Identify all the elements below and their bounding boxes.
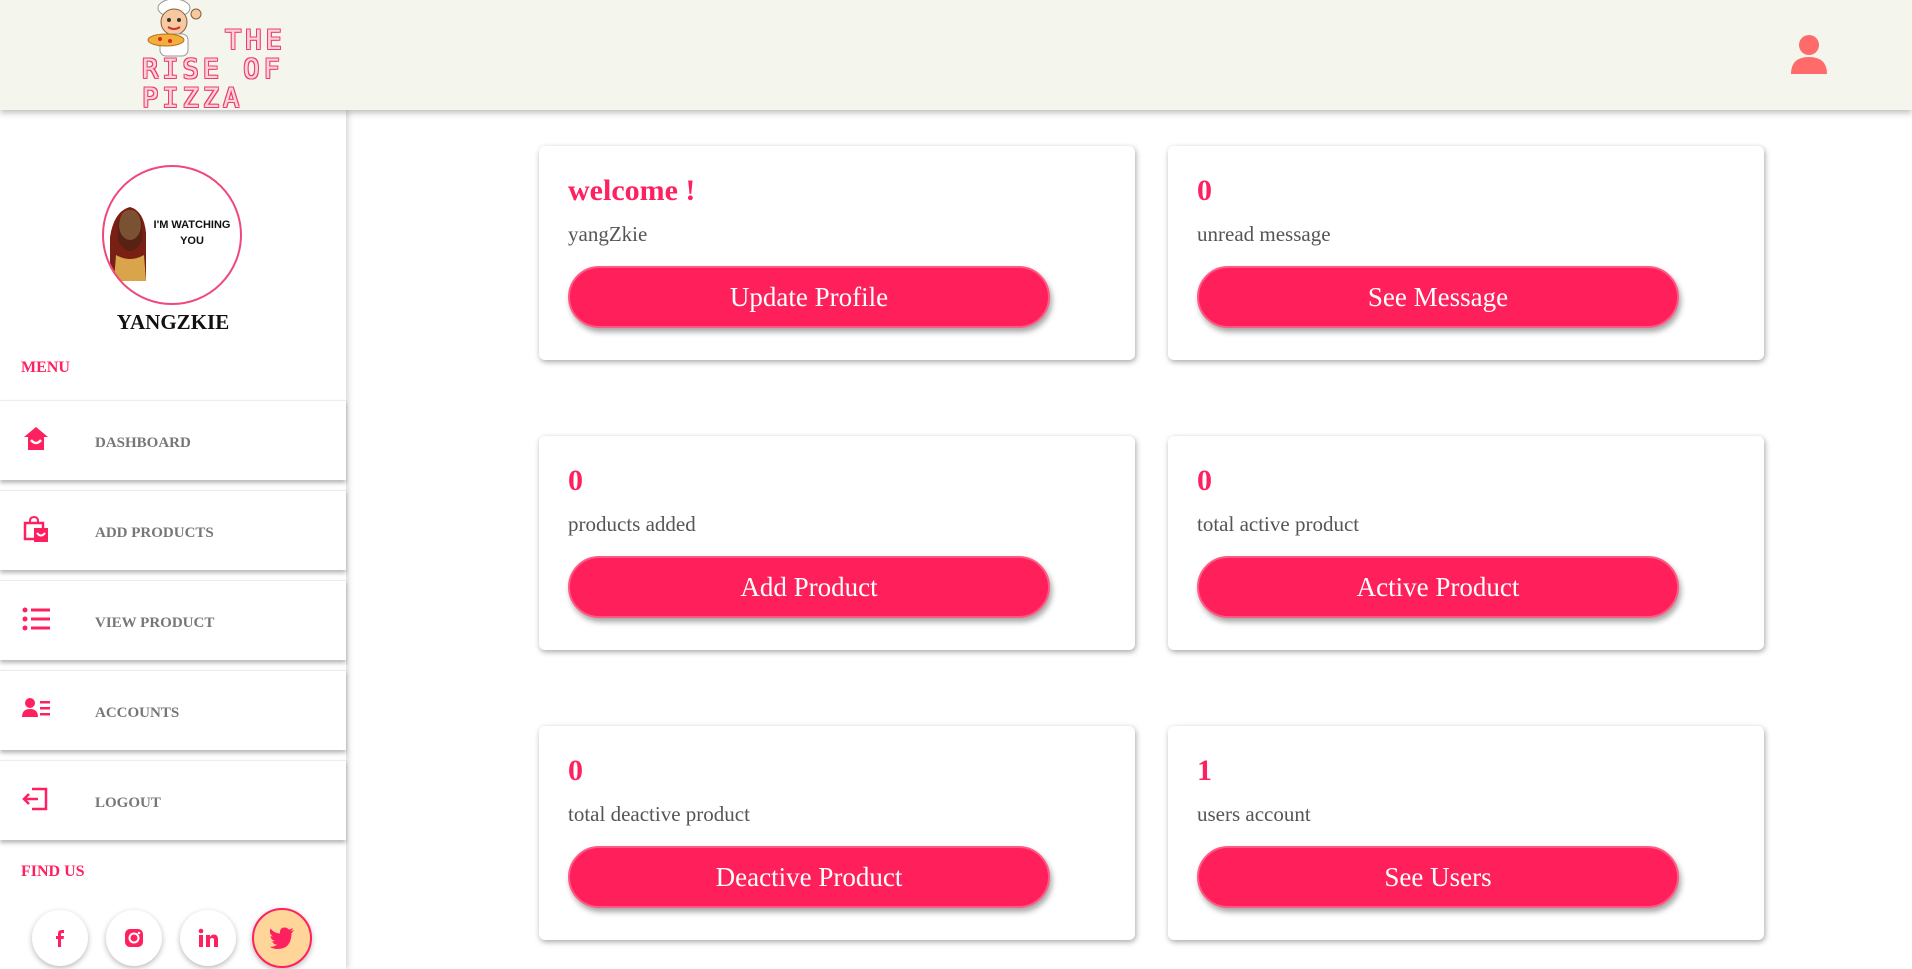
- brand-line-1: THE: [225, 25, 286, 56]
- user-account-icon[interactable]: [1790, 34, 1828, 74]
- sidebar-item-logout[interactable]: LOGOUT: [0, 760, 346, 840]
- active-product-button[interactable]: Active Product: [1197, 556, 1679, 618]
- list-icon: [22, 607, 50, 631]
- menu-heading: MENU: [21, 359, 70, 376]
- card-value: 0: [1197, 464, 1212, 497]
- header: THE RISE OF PIZZA: [0, 0, 1912, 113]
- instagram-link[interactable]: [106, 910, 162, 966]
- brand-line-2: RISE OF PIZZA: [142, 54, 284, 114]
- card-label: yangZkie: [568, 222, 648, 246]
- card-label: total active product: [1197, 512, 1360, 536]
- sidebar-menu: DASHBOARD ADD PRODUCTS VIEW PRODUCT ACCO…: [0, 400, 346, 850]
- card-products-added: 0 products added Add Product: [539, 436, 1135, 650]
- card-label: users account: [1197, 802, 1311, 826]
- sidebar-item-add-products[interactable]: ADD PRODUCTS: [0, 490, 346, 570]
- instagram-icon: [125, 929, 143, 947]
- card-value: 0: [568, 464, 583, 497]
- sidebar-item-accounts[interactable]: ACCOUNTS: [0, 670, 346, 750]
- sidebar: I'M WATCHING YOU yangZkie MENU DASHBOARD…: [0, 110, 346, 969]
- linkedin-link[interactable]: [180, 910, 236, 966]
- home-icon: [24, 427, 48, 450]
- see-users-button[interactable]: See Users: [1197, 846, 1679, 908]
- linkedin-icon: [198, 928, 218, 947]
- sidebar-item-dashboard[interactable]: DASHBOARD: [0, 400, 346, 480]
- card-value: 0: [568, 754, 583, 787]
- deactive-product-button[interactable]: Deactive Product: [568, 846, 1050, 908]
- brand-logo[interactable]: THE RISE OF PIZZA: [140, 0, 390, 113]
- sidebar-item-label: ADD PRODUCTS: [95, 525, 214, 541]
- brand-name: THE RISE OF PIZZA: [142, 26, 390, 113]
- card-label: products added: [568, 512, 696, 536]
- avatar-caption: I'M WATCHING YOU: [153, 219, 231, 247]
- card-value: welcome !: [568, 174, 696, 207]
- shopping-bag-icon: [23, 515, 48, 542]
- sidebar-item-view-product[interactable]: VIEW PRODUCT: [0, 580, 346, 660]
- facebook-icon: [56, 930, 64, 947]
- twitter-link[interactable]: [252, 908, 312, 968]
- user-list-icon: [22, 698, 50, 717]
- find-us-heading: FIND US: [21, 863, 85, 880]
- logout-icon: [22, 787, 48, 811]
- twitter-icon: [269, 927, 294, 949]
- sidebar-item-label: DASHBOARD: [95, 435, 191, 451]
- card-welcome: welcome ! yangZkie Update Profile: [539, 146, 1135, 360]
- card-value: 0: [1197, 174, 1212, 207]
- facebook-link[interactable]: [32, 910, 88, 966]
- sidebar-item-label: ACCOUNTS: [95, 705, 180, 721]
- username: yangZkie: [116, 310, 230, 334]
- add-product-button[interactable]: Add Product: [568, 556, 1050, 618]
- card-deactive-products: 0 total deactive product Deactive Produc…: [539, 726, 1135, 940]
- see-message-button[interactable]: See Message: [1197, 266, 1679, 328]
- sidebar-item-label: LOGOUT: [95, 795, 161, 811]
- sidebar-item-label: VIEW PRODUCT: [95, 615, 215, 631]
- update-profile-button[interactable]: Update Profile: [568, 266, 1050, 328]
- card-messages: 0 unread message See Message: [1168, 146, 1764, 360]
- card-label: total deactive product: [568, 802, 750, 826]
- avatar: I'M WATCHING YOU: [102, 165, 242, 305]
- card-value: 1: [1197, 754, 1212, 787]
- card-users: 1 users account See Users: [1168, 726, 1764, 940]
- card-label: unread message: [1197, 222, 1331, 246]
- card-active-products: 0 total active product Active Product: [1168, 436, 1764, 650]
- social-links: [32, 908, 332, 969]
